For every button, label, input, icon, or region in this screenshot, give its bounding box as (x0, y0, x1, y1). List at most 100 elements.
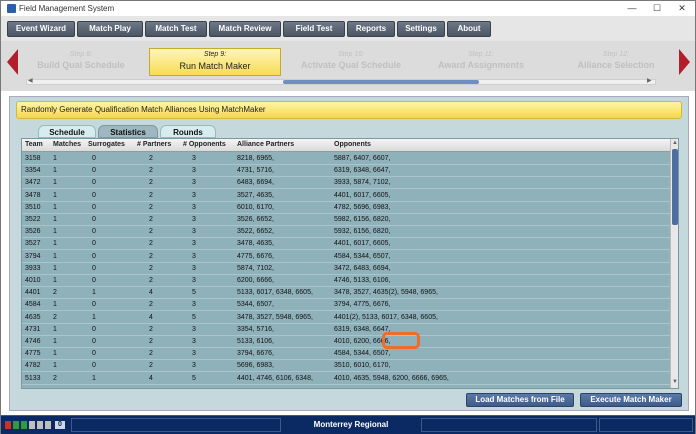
cell-matches: 1 (53, 264, 57, 272)
execute-match-maker-button[interactable]: Execute Match Maker (580, 393, 682, 407)
load-matches-button[interactable]: Load Matches from File (466, 393, 574, 407)
table-row[interactable]: 4010 1 0 2 3 6200, 6666, 4746, 5133, 6106, (22, 275, 670, 287)
cell-opponents-count: 3 (192, 277, 196, 284)
table-row[interactable]: 3158 1 0 2 3 8218, 6965, 5887, 6407, 6607, (22, 153, 670, 165)
cell-partners: 2 (149, 264, 153, 272)
cell-matches: 2 (53, 313, 57, 321)
cell-opponents-count: 3 (192, 228, 196, 236)
status-box-far-right (599, 418, 693, 432)
cell-team: 4731 (25, 325, 41, 333)
tab-rounds[interactable]: Rounds (160, 125, 216, 138)
cell-alliance-partners: 5133, 6017, 6348, 6605, (237, 289, 313, 297)
table-scroll-thumb[interactable] (672, 149, 678, 225)
cell-opponents-count: 3 (192, 191, 196, 199)
close-button[interactable]: ✕ (671, 2, 693, 14)
wizard-step-next-2[interactable]: Step 11: Award Assignments (421, 50, 541, 76)
menu-match-test[interactable]: Match Test (145, 21, 207, 37)
cell-partners: 2 (149, 228, 153, 236)
col-header-alliance-partners[interactable]: Alliance Partners (237, 141, 294, 148)
menu-about[interactable]: About (447, 21, 491, 37)
tab-statistics[interactable]: Statistics (98, 125, 158, 138)
status-led-green (13, 421, 19, 429)
cell-opponents: 4401, 6017, 6605, (334, 240, 391, 248)
scroll-up-icon[interactable]: ▲ (672, 140, 678, 146)
app-window: Field Management System — ☐ ✕ Event Wiza… (0, 0, 696, 434)
minimize-button[interactable]: — (621, 2, 643, 14)
status-bar: 0 Monterrey Regional (1, 415, 695, 434)
table-row[interactable]: 3354 1 0 2 3 4731, 5716, 6319, 6348, 6647, (22, 165, 670, 178)
cell-opponents: 6319, 6348, 6647, (334, 167, 391, 175)
step-number: Step 9: (203, 51, 227, 58)
scroll-down-icon[interactable]: ▼ (672, 379, 678, 385)
cell-matches: 1 (53, 155, 57, 162)
cell-opponents-count: 3 (192, 350, 196, 358)
table-row[interactable]: 3526 1 0 2 3 3522, 6652, 5932, 6156, 6820, (22, 226, 670, 239)
scroll-right-icon[interactable]: ▶ (647, 77, 652, 84)
cell-opponents-count: 3 (192, 179, 196, 187)
cell-opponents-count: 3 (192, 216, 196, 223)
cell-team: 3527 (25, 240, 41, 248)
wizard-step-next-3[interactable]: Step 12: Alliance Selection (561, 50, 671, 76)
wizard-scrollbar[interactable]: ◀ ▶ (26, 77, 656, 85)
cell-opponents-count: 3 (192, 362, 196, 370)
table-row[interactable]: 5133 2 1 4 5 4401, 4746, 6106, 6348, 4010, 463… (22, 373, 670, 385)
cell-matches: 1 (53, 350, 57, 358)
next-step-arrow-icon[interactable] (679, 49, 690, 75)
table-row[interactable]: 4746 1 0 2 3 5133, 6106, 4010, 6200, 6666, (22, 336, 670, 348)
status-box-right (421, 418, 597, 432)
menu-field-test[interactable]: Field Test (283, 21, 345, 37)
wizard-step-active[interactable]: Step 9: Run Match Maker (149, 48, 281, 76)
cell-surrogates: 0 (92, 350, 96, 358)
cell-matches: 2 (53, 374, 57, 382)
table-scrollbar[interactable]: ▲ ▼ (670, 139, 678, 388)
menu-event-wizard[interactable]: Event Wizard (7, 21, 75, 37)
cell-matches: 2 (53, 289, 57, 297)
cell-matches: 1 (53, 167, 57, 175)
table-row[interactable]: 3510 1 0 2 3 6010, 6170, 4782, 5696, 6983, (22, 202, 670, 214)
wizard-steps: Step 8: Build Qual Schedule Step 9: Run … (1, 41, 695, 91)
table-row[interactable]: 3933 1 0 2 3 5874, 7102, 3472, 6483, 6694, (22, 263, 670, 275)
wizard-scroll-thumb[interactable] (283, 80, 479, 84)
cell-partners: 4 (149, 289, 153, 297)
cell-surrogates: 0 (92, 277, 96, 284)
table-row[interactable]: 3472 1 0 2 3 6483, 6694, 3933, 5874, 7102, (22, 177, 670, 190)
table-row[interactable]: 4401 2 1 4 5 5133, 6017, 6348, 6605, 3478, 352… (22, 287, 670, 300)
wizard-step-prev[interactable]: Step 8: Build Qual Schedule (31, 50, 131, 76)
table-row[interactable]: 4775 1 0 2 3 3794, 6676, 4584, 5344, 6507, (22, 348, 670, 361)
tab-schedule[interactable]: Schedule (38, 125, 96, 138)
col-header-opponents[interactable]: Opponents (334, 141, 371, 148)
scroll-left-icon[interactable]: ◀ (28, 77, 33, 84)
prev-step-arrow-icon[interactable] (7, 49, 18, 75)
wizard-step-next-1[interactable]: Step 10: Activate Qual Schedule (291, 50, 411, 76)
col-header-surrogates[interactable]: Surrogates (88, 141, 125, 148)
cell-opponents: 4782, 5696, 6983, (334, 203, 391, 211)
col-header-team[interactable]: Team (25, 141, 43, 148)
table-row[interactable]: 4782 1 0 2 3 5696, 6983, 3510, 6010, 6170, (22, 360, 670, 373)
maximize-button[interactable]: ☐ (646, 2, 668, 14)
cell-surrogates: 0 (92, 301, 96, 309)
table-row[interactable]: 3794 1 0 2 3 4775, 6676, 4584, 5344, 6507, (22, 251, 670, 263)
cell-opponents: 4584, 5344, 6507, (334, 350, 391, 358)
cell-matches: 1 (53, 203, 57, 211)
cell-surrogates: 0 (92, 252, 96, 260)
cell-opponents-count: 5 (192, 374, 196, 382)
table-row[interactable]: 4731 1 0 2 3 3354, 5716, 6319, 6348, 6647, (22, 324, 670, 336)
cell-team: 4584 (25, 301, 41, 309)
table-row[interactable]: 4584 1 0 2 3 5344, 6507, 3794, 4775, 6676, (22, 299, 670, 312)
table-row[interactable]: 4635 2 1 4 5 3478, 3527, 5948, 6965, 4401(2), … (22, 312, 670, 324)
cell-team: 3510 (25, 203, 41, 211)
table-row[interactable]: 3522 1 0 2 3 3526, 6652, 5982, 6156, 6820, (22, 214, 670, 226)
menu-settings[interactable]: Settings (397, 21, 445, 37)
cell-surrogates: 0 (92, 216, 96, 223)
menu-reports[interactable]: Reports (347, 21, 395, 37)
table-row[interactable]: 3478 1 0 2 3 3527, 4635, 4401, 6017, 6605, (22, 190, 670, 202)
col-header-opponents-count[interactable]: # Opponents (183, 141, 226, 148)
col-header-matches[interactable]: Matches (53, 141, 81, 148)
cell-alliance-partners: 5133, 6106, (237, 338, 274, 345)
table-row[interactable]: 3527 1 0 2 3 3478, 4635, 4401, 6017, 6605, (22, 238, 670, 251)
menu-match-review[interactable]: Match Review (209, 21, 281, 37)
cell-partners: 2 (149, 350, 153, 358)
col-header-partners[interactable]: # Partners (137, 141, 171, 148)
cell-partners: 2 (149, 362, 153, 370)
menu-match-play[interactable]: Match Play (77, 21, 143, 37)
